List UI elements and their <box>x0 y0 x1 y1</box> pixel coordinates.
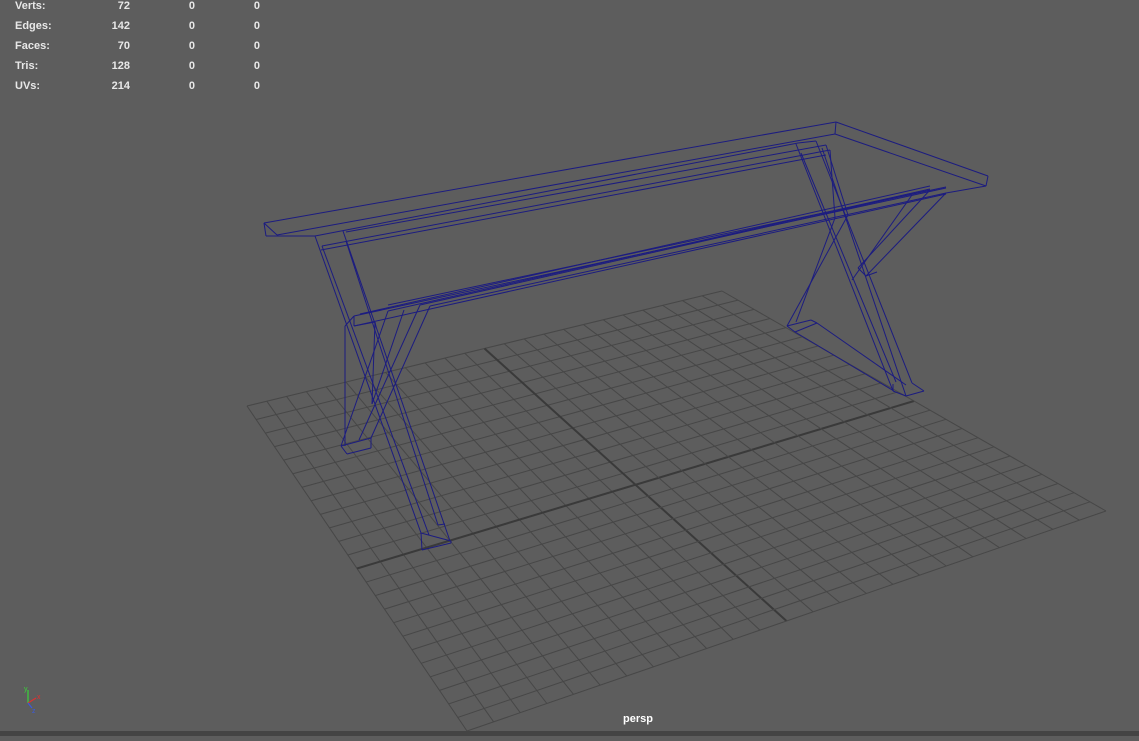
grid-line <box>430 473 1043 678</box>
grid-line <box>602 319 947 567</box>
wireframe-edge <box>816 322 907 386</box>
hud-row-faces: Faces: 70 0 0 <box>0 40 270 60</box>
grid-line <box>421 464 1027 664</box>
wireframe-edge <box>263 121 837 224</box>
grid-line <box>411 455 1011 651</box>
hud-row-tris: Tris: 128 0 0 <box>0 60 270 80</box>
wireframe-edge <box>835 121 989 177</box>
grid-line <box>439 483 1059 691</box>
wireframe-edge <box>786 319 812 327</box>
wireframe-edge <box>834 133 987 187</box>
hud-row-verts: Verts: 72 0 0 <box>0 0 270 20</box>
hud-value-selected: 0 <box>188 20 195 32</box>
wireframe-edge <box>800 152 897 383</box>
wireframe-edge <box>795 217 836 323</box>
wireframe-edge <box>345 240 439 526</box>
perspective-viewport[interactable] <box>0 0 1139 736</box>
hud-value-component: 0 <box>253 60 260 72</box>
wireframe-edge <box>314 142 799 237</box>
poly-count-hud: Verts: 72 0 0 Edges: 142 0 0 Faces: 70 0… <box>0 0 270 100</box>
viewport-bottom-border <box>0 731 1139 736</box>
wireframe-edge <box>345 144 827 233</box>
wireframe-edge <box>911 382 925 392</box>
grid-line <box>503 343 814 613</box>
grid-line <box>457 501 1091 718</box>
hud-value-selected: 0 <box>188 60 195 72</box>
hud-value-object: 72 <box>117 0 130 12</box>
camera-name-label: persp <box>623 713 653 725</box>
hud-value-component: 0 <box>253 40 260 52</box>
grid-line <box>662 304 1027 539</box>
wireframe-edge <box>985 175 989 187</box>
wireframe-edge <box>945 185 987 194</box>
grid-line <box>448 492 1075 705</box>
wireframe-edge <box>387 186 947 306</box>
wireframe-edge <box>321 245 430 536</box>
wireframe-edge <box>834 121 837 135</box>
hud-value-selected: 0 <box>188 80 195 92</box>
wireframe-edge <box>786 214 849 327</box>
wireframe-edge <box>321 149 831 247</box>
wireframe-edge <box>370 305 431 439</box>
grid-line <box>523 338 841 604</box>
hud-row-edges: Edges: 142 0 0 <box>0 20 270 40</box>
wireframe-edge <box>371 321 376 405</box>
hud-value-object: 70 <box>117 40 130 52</box>
wireframe-edge <box>419 189 931 306</box>
wireframe-edge <box>420 532 423 551</box>
wireframe-edge <box>353 321 376 327</box>
wireframe-edge <box>314 235 422 534</box>
hud-value-selected: 0 <box>188 40 195 52</box>
wireframe-edge <box>865 192 947 277</box>
wireframe-edge <box>344 315 355 327</box>
wireframe-edge <box>794 322 818 333</box>
ground-grid <box>246 290 1107 732</box>
wireframe-edge <box>905 390 925 397</box>
hud-value-object: 128 <box>111 60 130 72</box>
hud-value-component: 0 <box>253 0 260 12</box>
hud-value-component: 0 <box>253 20 260 32</box>
hud-label: UVs: <box>15 80 41 92</box>
wireframe-edge <box>821 147 907 397</box>
wireframe-edge <box>371 309 405 405</box>
viewport-canvas[interactable] <box>0 0 1139 736</box>
hud-label: Tris: <box>15 60 39 72</box>
wireframe-edge <box>358 304 421 441</box>
hud-label: Edges: <box>15 20 52 32</box>
hud-label: Faces: <box>15 40 50 52</box>
hud-label: Verts: <box>15 0 46 12</box>
axis-x-label: x <box>37 694 41 701</box>
wireframe-edge <box>825 144 849 216</box>
wireframe-edge <box>353 193 947 327</box>
wireframe-edge <box>810 319 818 324</box>
hud-row-uvs: UVs: 214 0 0 <box>0 80 270 100</box>
hud-value-component: 0 <box>253 80 260 92</box>
wireframe-edge <box>340 445 348 455</box>
grid-line <box>682 300 1054 530</box>
wireframe-edge <box>429 192 947 307</box>
wireframe-edge <box>795 143 894 392</box>
axis-gizmo-icon: y x z <box>24 686 41 713</box>
wireframe-edge <box>797 140 817 144</box>
wireframe-edge <box>276 133 836 236</box>
axis-z-label: z <box>32 708 36 713</box>
axis-y-label: y <box>24 686 28 693</box>
hud-value-selected: 0 <box>188 0 195 12</box>
hud-value-object: 214 <box>111 80 130 92</box>
grid-line <box>402 446 995 637</box>
hud-value-object: 142 <box>111 20 130 32</box>
